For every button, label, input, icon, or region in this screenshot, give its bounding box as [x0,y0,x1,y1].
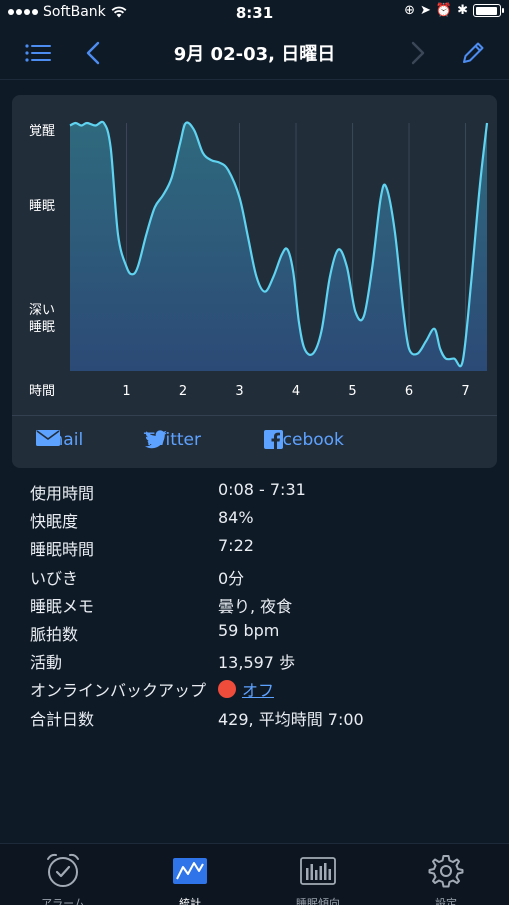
detail-value: 59 bpm [218,620,280,640]
twitter-bird-icon [145,430,167,449]
detail-row: 脈拍数 59 bpm [30,619,490,647]
y-label-deep-2: 睡眠 [29,320,55,335]
detail-value: 0分 [218,568,245,588]
detail-value-wrap: オフ [218,677,274,701]
chevron-right-icon [411,41,425,65]
detail-label: 睡眠メモ [30,596,95,616]
facebook-share-button[interactable]: Facebook [264,430,344,450]
detail-value: 0:08 - 7:31 [218,480,306,499]
tab-label-stats: 統計 [179,897,201,905]
y-label-awake: 覚醒 [29,124,55,139]
backup-toggle-link[interactable]: オフ [242,677,274,701]
battery-icon [473,4,504,17]
detail-label: 合計日数 [30,709,95,729]
x-tick-label: 7 [461,384,469,399]
detail-row: 活動 13,597 歩 [30,647,490,675]
detail-value: 7:22 [218,536,254,556]
share-row: Email Twitter Facebook [12,415,497,468]
detail-row: 睡眠時間 7:22 [30,534,490,562]
navigation-bar: 9月 02-03, 日曜日 [0,26,509,80]
detail-row: オンラインバックアップ オフ [30,675,490,703]
tab-bar: アラーム 統計 睡眠傾向 設定 [0,843,509,905]
tab-sleep-trends[interactable]: 睡眠傾向 [258,850,378,905]
screen-lock-icon: ⊕ [404,3,415,18]
detail-label: オンラインバックアップ [30,681,207,701]
detail-value-wrap: 59 bpm [218,621,279,640]
sleep-area [70,121,487,372]
x-tick-label: 6 [405,384,413,399]
detail-row: 合計日数 429, 平均時間 7:00 [30,704,490,732]
x-axis-label: 時間 [29,384,55,399]
alarm-icon: ⏰ [435,3,453,18]
envelope-icon [36,430,60,446]
trend-bars-icon [300,857,336,885]
status-bar: SoftBank 8:31 ⊕ ➤ ⏰ ✱ [0,0,509,26]
detail-value: 84% [218,508,254,528]
edit-button[interactable] [456,36,490,70]
detail-value-wrap: 429, 平均時間 7:00 [218,706,364,730]
gear-icon [428,855,464,888]
y-label-sleep: 睡眠 [29,199,55,214]
alarm-clock-icon [47,853,79,887]
tab-label-settings: 設定 [435,897,457,905]
tab-stats[interactable]: 統計 [130,850,250,905]
detail-row: いびき 0分 [30,563,490,591]
detail-value-wrap: 7:22 [218,536,254,555]
detail-value-wrap: 曇り, 夜食 [218,593,292,617]
detail-value-wrap: 84% [218,508,254,527]
x-tick-label: 3 [235,384,243,399]
detail-value-wrap: 0:08 - 7:31 [218,480,306,499]
detail-value: 13,597 歩 [218,653,296,673]
detail-value-wrap: 0分 [218,565,244,589]
tab-alarm[interactable]: アラーム [3,850,123,905]
pencil-icon [463,42,484,63]
detail-row: 快眠度 84% [30,506,490,534]
detail-row: 使用時間 0:08 - 7:31 [30,478,490,506]
status-dot-icon [218,680,236,699]
x-tick-label: 5 [348,384,356,399]
facebook-icon [264,430,283,449]
detail-value: 曇り, 夜食 [218,596,293,616]
tab-settings[interactable]: 設定 [386,850,506,905]
stats-graph-icon [173,858,207,884]
detail-value-wrap: 13,597 歩 [218,649,295,673]
tab-label-sleep-trends: 睡眠傾向 [296,897,340,905]
next-day-button[interactable] [401,36,435,70]
status-icons: ⊕ ➤ ⏰ ✱ [404,3,504,18]
detail-label: 使用時間 [30,484,95,503]
detail-label: 睡眠時間 [30,540,95,560]
detail-label: 快眠度 [30,512,79,532]
sleep-details-list: 使用時間 0:08 - 7:31 快眠度 84% 睡眠時間 7:22 いびき 0分睡眠メモ 曇り… [30,478,490,732]
email-share-button[interactable]: Email [36,430,83,450]
bluetooth-icon: ✱ [457,3,468,18]
x-tick-label: 2 [179,384,187,399]
detail-row: 睡眠メモ 曇り, 夜食 [30,591,490,619]
tab-label-alarm: アラーム [41,897,85,905]
y-label-deep-1: 深い [29,303,55,318]
detail-label: 脈拍数 [30,624,79,644]
sleep-chart-card: 覚醒 睡眠 深い 睡眠 時間 1 2 3 4 5 6 7 Email Twitter Fac… [12,95,497,468]
sleep-graph: 覚醒 睡眠 深い 睡眠 時間 1 2 3 4 5 6 7 [29,120,489,399]
twitter-share-button[interactable]: Twitter [144,430,201,450]
location-icon: ➤ [420,3,431,18]
x-tick-label: 4 [292,384,300,399]
detail-value: 429, 平均時間 7:00 [218,709,364,729]
x-tick-label: 1 [122,384,130,399]
detail-label: 活動 [30,653,63,673]
detail-label: いびき [30,568,79,588]
